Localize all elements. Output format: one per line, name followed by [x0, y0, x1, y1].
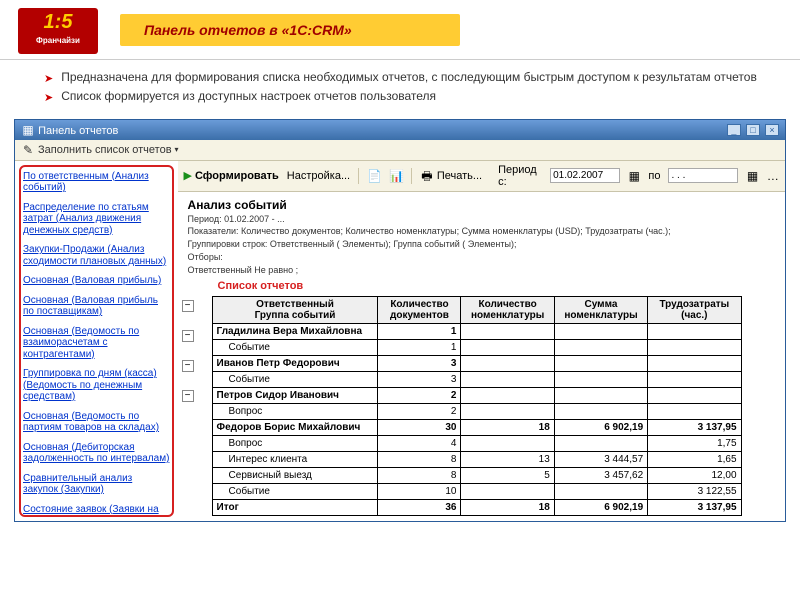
- bullet-icon: ➤: [44, 91, 53, 105]
- period-from-input[interactable]: [550, 168, 620, 183]
- sidebar-item[interactable]: Основная (Ведомость по партиям товаров н…: [23, 411, 170, 434]
- desc-line-2: Список формируется из доступных настроек…: [61, 89, 436, 105]
- table-row[interactable]: Итог36186 902,193 137,95: [212, 499, 741, 515]
- col-header: Количество номенклатуры: [461, 296, 554, 323]
- period-picker-button[interactable]: …: [767, 169, 779, 183]
- minimize-button[interactable]: _: [727, 124, 741, 136]
- settings-button[interactable]: Настройка...: [287, 170, 350, 182]
- sidebar-item[interactable]: Основная (Дебиторская задолженность по и…: [23, 442, 170, 465]
- calendar-icon[interactable]: ▦: [746, 169, 758, 183]
- sidebar-item[interactable]: По ответственным (Анализ событий): [23, 171, 170, 194]
- play-icon: ▶: [184, 169, 192, 182]
- report-filters: Ответственный Не равно ;: [188, 265, 775, 276]
- period-sep: по: [648, 170, 660, 182]
- main-panel: ▶ Сформировать Настройка... 📄 📊 🖶 Печать…: [178, 161, 785, 521]
- table-row[interactable]: Событие3: [212, 371, 741, 387]
- col-header: Количество документов: [378, 296, 461, 323]
- table-row[interactable]: Сервисный выезд853 457,6212,00: [212, 467, 741, 483]
- collapse-button[interactable]: −: [182, 360, 194, 372]
- printer-icon: 🖶: [420, 169, 434, 183]
- calendar-icon[interactable]: ▦: [628, 169, 640, 183]
- bullet-icon: ➤: [44, 72, 53, 86]
- period-to-input[interactable]: [668, 168, 738, 183]
- table-row[interactable]: Вопрос41,75: [212, 435, 741, 451]
- slide-description: ➤ Предназначена для формирования списка н…: [0, 60, 800, 115]
- maximize-button[interactable]: □: [746, 124, 760, 136]
- collapse-button[interactable]: −: [182, 330, 194, 342]
- close-button[interactable]: ×: [765, 124, 779, 136]
- sidebar-item[interactable]: Основная (Валовая прибыль по поставщикам…: [23, 295, 170, 318]
- slide-title: Панель отчетов в «1С:CRM»: [120, 14, 460, 46]
- collapse-button[interactable]: −: [182, 300, 194, 312]
- col-header: ОтветственныйГруппа событий: [212, 296, 378, 323]
- desc-line-1: Предназначена для формирования списка не…: [61, 70, 757, 86]
- report-groupings: Группировки строк: Ответственный ( Элеме…: [188, 239, 775, 250]
- table-row[interactable]: Гладилина Вера Михайловна1: [212, 323, 741, 339]
- collapse-button[interactable]: −: [182, 390, 194, 402]
- slide-header: 1:5 Франчайзи Панель отчетов в «1С:CRM»: [0, 0, 800, 60]
- report-period: Период: 01.02.2007 - ...: [188, 214, 775, 225]
- table-row[interactable]: Федоров Борис Михайлович30186 902,193 13…: [212, 419, 741, 435]
- col-header: Трудозатраты (час.): [648, 296, 741, 323]
- table-row[interactable]: Вопрос2: [212, 403, 741, 419]
- report-title: Анализ событий: [188, 198, 775, 212]
- report-indicators: Показатели: Количество документов; Колич…: [188, 226, 775, 237]
- table-row[interactable]: Интерес клиента8133 444,571,65: [212, 451, 741, 467]
- report-filters-label: Отборы:: [188, 252, 775, 263]
- report-table: ОтветственныйГруппа событий Количество д…: [212, 296, 742, 516]
- sidebar-item[interactable]: Закупки-Продажи (Анализ сходимости плано…: [23, 244, 170, 267]
- sidebar-item[interactable]: Основная (Ведомость по взаиморасчетам с …: [23, 326, 170, 361]
- sidebar-item[interactable]: Основная (Валовая прибыль): [23, 275, 170, 287]
- fill-list-button[interactable]: ✎ Заполнить список отчетов ▾: [21, 143, 179, 157]
- annotation-label: Список отчетов: [218, 280, 775, 292]
- toolbar-icon-1[interactable]: 📄: [367, 169, 381, 183]
- report-list-sidebar: По ответственным (Анализ событий) Распре…: [19, 165, 174, 517]
- window-titlebar[interactable]: ▦ Панель отчетов _ □ ×: [15, 120, 785, 140]
- table-row[interactable]: Иванов Петр Федорович3: [212, 355, 741, 371]
- window-title-text: ▦ Панель отчетов: [21, 123, 118, 137]
- logo-main: 1:5: [44, 11, 73, 33]
- outline-column: − − − −: [178, 264, 200, 402]
- table-row[interactable]: Событие103 122,55: [212, 483, 741, 499]
- toolbar-icon-2[interactable]: 📊: [389, 169, 403, 183]
- dropdown-icon: ▾: [175, 145, 179, 154]
- toolbar-primary: ✎ Заполнить список отчетов ▾: [15, 140, 785, 161]
- sidebar-item[interactable]: Группировка по дням (касса) (Ведомость п…: [23, 368, 170, 403]
- sidebar-item[interactable]: Распределение по статьям затрат (Анализ …: [23, 202, 170, 237]
- logo-sub: Франчайзи: [18, 36, 98, 46]
- logo: 1:5 Франчайзи: [18, 8, 98, 54]
- separator: [358, 168, 359, 184]
- toolbar-report: ▶ Сформировать Настройка... 📄 📊 🖶 Печать…: [178, 161, 785, 192]
- wand-icon: ✎: [21, 143, 35, 157]
- report-content: Анализ событий Период: 01.02.2007 - ... …: [178, 192, 785, 521]
- col-header: Сумма номенклатуры: [554, 296, 647, 323]
- period-label: Период с:: [498, 164, 542, 188]
- table-row[interactable]: Событие1: [212, 339, 741, 355]
- app-window: ▦ Панель отчетов _ □ × ✎ Заполнить списо…: [14, 119, 786, 522]
- generate-button[interactable]: ▶ Сформировать: [184, 169, 279, 182]
- print-button[interactable]: 🖶 Печать...: [420, 169, 482, 183]
- sidebar-item[interactable]: Состояние заявок (Заявки на: [23, 504, 170, 516]
- window-icon: ▦: [21, 123, 35, 137]
- separator: [411, 168, 412, 184]
- sidebar-item[interactable]: Сравнительный анализ закупок (Закупки): [23, 473, 170, 496]
- table-row[interactable]: Петров Сидор Иванович2: [212, 387, 741, 403]
